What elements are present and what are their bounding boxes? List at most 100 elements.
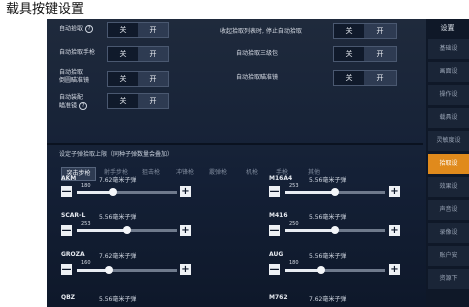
sidebar-item-recording[interactable]: 录像设 bbox=[428, 223, 469, 243]
ammo-slider[interactable] bbox=[285, 188, 385, 196]
weapon-name: AKM bbox=[61, 175, 77, 182]
tab-machine-gun[interactable]: 机枪 bbox=[239, 167, 265, 179]
toggle-label-stop-pickup: 收起拾取列表时, 停止自动拾取 bbox=[220, 28, 302, 35]
weapon-ammo: 7.62毫米子弹 bbox=[99, 253, 137, 260]
toggle-on-option[interactable]: 开 bbox=[364, 24, 396, 38]
increase-button[interactable]: + bbox=[180, 225, 191, 236]
ammo-slider[interactable] bbox=[77, 188, 177, 196]
toggle-label-pistol: 自动拾取手枪 bbox=[59, 49, 96, 56]
slider-value: 180 bbox=[81, 183, 91, 189]
toggle-label-scope-pickup: 自动拾取 倒圆瞄准镜 bbox=[59, 69, 90, 84]
slider-value: 180 bbox=[289, 260, 299, 266]
sidebar-item-sensitivity[interactable]: 灵敏度设 bbox=[428, 131, 469, 151]
weapon-name: M416 bbox=[269, 212, 288, 219]
sidebar-header: 设置 bbox=[440, 24, 455, 32]
auto-pickup-level3-bag-toggle[interactable]: 关 开 bbox=[333, 46, 397, 62]
slider-value: 253 bbox=[289, 183, 299, 189]
slider-thumb[interactable] bbox=[331, 226, 339, 234]
sidebar-item-account[interactable]: 账户安 bbox=[428, 246, 469, 266]
toggle-off-option[interactable]: 关 bbox=[108, 47, 138, 61]
settings-sidebar: 设置 基础设 画面设 操作设 载具设 灵敏度设 拾取设 效果设 声音设 录像设 … bbox=[426, 19, 469, 307]
decrease-button[interactable]: — bbox=[61, 264, 72, 275]
help-icon[interactable]: ? bbox=[85, 25, 94, 33]
weapon-ammo: 5.56毫米子弹 bbox=[99, 296, 137, 303]
slider-fill bbox=[285, 191, 335, 194]
decrease-button[interactable]: — bbox=[269, 186, 280, 197]
toggle-label-level3-bag: 自动拾取三级包 bbox=[236, 50, 279, 57]
increase-button[interactable]: + bbox=[180, 264, 191, 275]
toggle-label-auto-pickup: 自动拾取? bbox=[59, 25, 94, 34]
toggle-on-option[interactable]: 开 bbox=[364, 71, 396, 85]
weapon-name: QBZ bbox=[61, 294, 76, 301]
page-caption: 载具按键设置 bbox=[6, 2, 85, 17]
decrease-button[interactable]: — bbox=[61, 225, 72, 236]
weapon-name: GROZA bbox=[61, 251, 85, 258]
sidebar-item-resources[interactable]: 资源下 bbox=[428, 269, 469, 289]
slider-value: 253 bbox=[81, 221, 91, 227]
weapon-name: M16A4 bbox=[269, 175, 293, 182]
decrease-button[interactable]: — bbox=[269, 264, 280, 275]
tab-shotgun[interactable]: 霰弹枪 bbox=[204, 167, 232, 179]
sidebar-item-basic[interactable]: 基础设 bbox=[428, 39, 469, 59]
toggle-off-option[interactable]: 关 bbox=[334, 47, 364, 61]
slider-thumb[interactable] bbox=[123, 226, 131, 234]
toggle-off-option[interactable]: 关 bbox=[334, 24, 364, 38]
weapon-ammo: 5.56毫米子弹 bbox=[99, 214, 137, 221]
auto-pickup-scope-toggle[interactable]: 关 开 bbox=[107, 71, 169, 87]
ammo-limit-title: 设定子弹拾取上限（同种子弹数量会叠加） bbox=[59, 151, 174, 158]
sidebar-item-graphics[interactable]: 画面设 bbox=[428, 62, 469, 82]
auto-pickup-toggle[interactable]: 关 开 bbox=[107, 22, 169, 38]
toggle-on-option[interactable]: 开 bbox=[138, 47, 168, 61]
slider-value: 250 bbox=[289, 221, 299, 227]
sidebar-item-effects[interactable]: 效果设 bbox=[428, 177, 469, 197]
weapon-ammo: 7.62毫米子弹 bbox=[99, 177, 137, 184]
toggle-on-option[interactable]: 开 bbox=[138, 72, 168, 86]
section-divider bbox=[47, 143, 423, 145]
sidebar-item-sound[interactable]: 声音设 bbox=[428, 200, 469, 220]
weapon-ammo: 7.62毫米子弹 bbox=[309, 296, 347, 303]
ammo-slider[interactable] bbox=[77, 226, 177, 234]
slider-fill bbox=[285, 229, 335, 232]
slider-fill bbox=[77, 229, 127, 232]
sidebar-item-controls[interactable]: 操作设 bbox=[428, 85, 469, 105]
toggle-label-scope: 自动拾取瞄准镜 bbox=[236, 74, 279, 81]
decrease-button[interactable]: — bbox=[61, 186, 72, 197]
slider-thumb[interactable] bbox=[105, 266, 113, 274]
weapon-ammo: 5.56毫米子弹 bbox=[309, 214, 347, 221]
toggle-on-option[interactable]: 开 bbox=[364, 47, 396, 61]
sidebar-item-vehicle[interactable]: 载具设 bbox=[428, 108, 469, 128]
toggle-off-option[interactable]: 关 bbox=[334, 71, 364, 85]
auto-pickup-pistol-toggle[interactable]: 关 开 bbox=[107, 46, 169, 62]
weapon-ammo: 5.56毫米子弹 bbox=[309, 253, 347, 260]
toggle-on-option[interactable]: 开 bbox=[138, 94, 168, 108]
weapon-name: M762 bbox=[269, 294, 288, 301]
increase-button[interactable]: + bbox=[389, 225, 400, 236]
toggle-on-option[interactable]: 开 bbox=[138, 23, 168, 37]
slider-fill bbox=[77, 191, 113, 194]
slider-thumb[interactable] bbox=[331, 188, 339, 196]
slider-fill bbox=[285, 269, 321, 272]
toggle-label-text: 自动拾取 bbox=[59, 25, 84, 33]
sidebar-item-pickup[interactable]: 拾取设 bbox=[428, 154, 469, 174]
increase-button[interactable]: + bbox=[180, 186, 191, 197]
ammo-slider[interactable] bbox=[77, 266, 177, 274]
weapon-name: AUG bbox=[269, 251, 284, 258]
toggle-off-option[interactable]: 关 bbox=[108, 94, 138, 108]
auto-pickup-scope-right-toggle[interactable]: 关 开 bbox=[333, 70, 397, 86]
toggle-off-option[interactable]: 关 bbox=[108, 23, 138, 37]
increase-button[interactable]: + bbox=[389, 186, 400, 197]
slider-thumb[interactable] bbox=[317, 266, 325, 274]
increase-button[interactable]: + bbox=[389, 264, 400, 275]
decrease-button[interactable]: — bbox=[269, 225, 280, 236]
tab-smg[interactable]: 冲锋枪 bbox=[171, 167, 199, 179]
toggle-off-option[interactable]: 关 bbox=[108, 72, 138, 86]
stop-auto-pickup-toggle[interactable]: 关 开 bbox=[333, 23, 397, 39]
help-icon[interactable]: ? bbox=[79, 102, 88, 110]
toggle-label-equip-scope: 自动装配 瞄准镜? bbox=[59, 94, 88, 111]
slider-thumb[interactable] bbox=[109, 188, 117, 196]
game-settings-screen: 自动拾取? 关 开 自动拾取手枪 关 开 自动拾取 倒圆瞄准镜 关 开 自动装配… bbox=[47, 19, 469, 307]
auto-equip-scope-toggle[interactable]: 关 开 bbox=[107, 93, 169, 109]
tab-sniper-rifle[interactable]: 狙击枪 bbox=[137, 167, 165, 179]
ammo-slider[interactable] bbox=[285, 226, 385, 234]
ammo-slider[interactable] bbox=[285, 266, 385, 274]
